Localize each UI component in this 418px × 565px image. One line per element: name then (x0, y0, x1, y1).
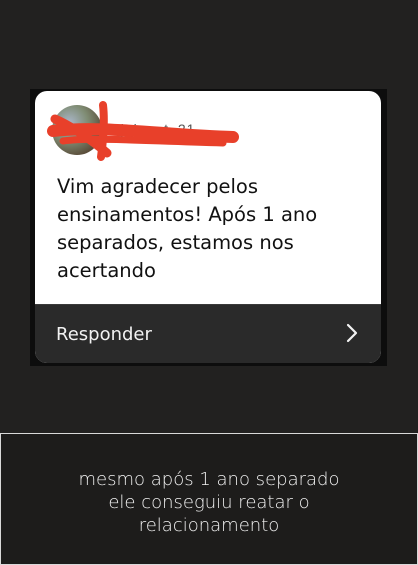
reply-button[interactable]: Responder (35, 304, 381, 363)
caption-line: relacionamento (138, 515, 280, 536)
message-text: Vim agradecer pelos ensinamentos! Após 1… (57, 173, 367, 285)
story-reply-screenshot: _j_i_n_t_21 Vim agradecer pelos ensiname… (30, 89, 387, 366)
message-line: separados, estamos nos (57, 231, 294, 254)
redaction-scribble (47, 101, 239, 161)
caption-text: mesmo após 1 ano separado ele conseguiu … (1, 468, 417, 537)
caption-line: mesmo após 1 ano separado (78, 469, 340, 490)
caption-line: ele conseguiu reatar o (108, 492, 310, 513)
message-line: Vim agradecer pelos (57, 175, 259, 198)
message-line: ensinamentos! Após 1 ano (57, 203, 318, 226)
reply-label: Responder (56, 324, 152, 345)
message-card: _j_i_n_t_21 Vim agradecer pelos ensiname… (35, 91, 381, 363)
message-line: acertando (57, 259, 156, 282)
chevron-right-icon (346, 323, 358, 343)
card-header: _j_i_n_t_21 (35, 91, 381, 171)
caption-box: mesmo após 1 ano separado ele conseguiu … (0, 433, 418, 565)
